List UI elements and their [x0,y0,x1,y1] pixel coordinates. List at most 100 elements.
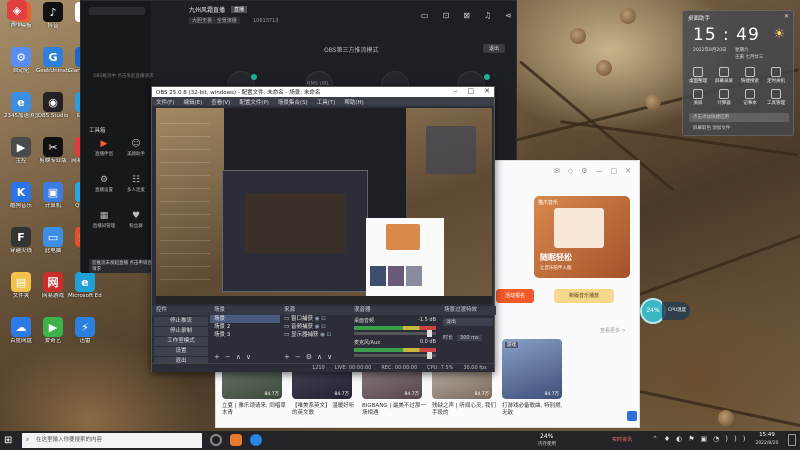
windows-start-icon[interactable]: ⊞ [4,435,12,446]
desktop-icon[interactable]: ☁ 百度网盘 [4,317,38,345]
control-button[interactable]: 停止录制 [154,327,208,336]
maximize-icon[interactable]: □ [468,87,475,95]
volume-slider[interactable] [354,330,436,337]
lock-icon[interactable]: ⊡ [443,11,450,20]
obs-taskbar-icon[interactable] [210,434,222,446]
playlist-card[interactable]: 游戏 84.7万 [502,339,562,399]
card-caption[interactable]: 打游戏必备歌曲, 特别燃, 无敌 [502,403,566,417]
card-caption[interactable]: 立夏 | 雅乐颂请来, 同唱草木青 [222,403,286,417]
duration-input[interactable]: 300 ms [457,334,482,341]
source-item[interactable]: ▭ 音频捕获 ◉ ⊡ [280,323,350,331]
source-item[interactable]: ▭ 窗口捕获 ◉ ⊡ [280,315,350,323]
desktop-icon[interactable]: e2345加速浏览器 [4,92,38,120]
toolbox-item[interactable]: ☷ 多人连麦 [121,175,151,193]
banner-card[interactable]: 猫爪音乐 随眠轻松 让音乐陪伴入眠 [534,196,630,278]
volume-slider[interactable] [354,352,436,359]
widget-tool[interactable]: 桌面整理 [687,67,709,84]
widget-search-input[interactable]: 点击添加快捷应用 [689,113,789,122]
sidebar-tabs[interactable] [89,7,145,15]
settings-icon[interactable]: ⚙ [581,167,587,175]
desktop-icon[interactable]: ▤ 文件夹 [4,272,38,300]
widget-tool[interactable]: 计算器 [713,89,735,106]
widget-tool[interactable]: 工具管理 [765,89,787,106]
minimize-icon[interactable]: – [454,87,458,95]
desktop-icon[interactable]: ⚡ 迅雷 [68,317,102,345]
desktop-icon[interactable]: ▶ 爱奇艺 [36,317,70,345]
toolbox-item[interactable]: ▦ 直播间管理 [89,211,119,229]
skin-icon[interactable]: ◇ [568,167,573,175]
desktop-icon[interactable]: ♪ 抖音 [36,2,70,30]
news-notice[interactable]: 实时资讯 [612,436,632,443]
menu-item[interactable]: 工具(T) [317,99,336,108]
scene-item[interactable]: 场景 2 [210,323,280,331]
toolbox-item[interactable]: ⚙ 直播设置 [89,175,119,193]
desktop-icon[interactable]: F 穿越火线 [4,227,38,255]
visibility-icon[interactable]: ◉ ⊡ [313,324,326,330]
close-icon[interactable]: ✕ [484,87,490,95]
desktop-clock-widget[interactable]: 桌面助手 ✕ 15 : 49 2022年8月20日 星期六 壬寅 七月廿三 ☀ … [682,10,794,136]
control-button[interactable]: 工作室模式 [154,337,208,346]
live-taskbar-icon[interactable] [230,434,242,446]
desktop-icon[interactable]: K 酷狗音乐 [4,182,38,210]
menu-item[interactable]: 文件(F) [156,99,174,108]
screen-icon[interactable]: ▭ [421,11,429,20]
card-caption[interactable]: 【唯美系英文】 温暖好听的英文歌 [292,403,356,417]
bell-icon[interactable]: ♫ [484,11,491,20]
desktop-icon[interactable]: GGeekUninstaller [36,47,70,75]
widget-tool[interactable]: 定时关机 [765,67,787,84]
scene-toolbar-icons[interactable]: +−∧∨ [214,353,280,361]
toolbox-item[interactable]: ♥ 粉丝群 [121,211,151,229]
share-icon[interactable]: ⋖ [505,11,512,20]
menu-item[interactable]: 编辑(E) [183,99,202,108]
menu-item[interactable]: 场景集合(S) [278,99,308,108]
taskbar-search-input[interactable]: 在这里输入你要搜索的内容 [22,433,202,448]
shirt-icon[interactable]: ⊠ [463,11,470,20]
control-button[interactable]: 停止推流 [154,317,208,326]
music-taskbar-icon[interactable] [250,434,262,446]
scene-item[interactable]: 场景 [210,315,280,323]
control-button[interactable]: 设置 [154,347,208,356]
desktop-icon[interactable]: ▣ 计算机 [36,182,70,210]
slider-handle[interactable] [427,330,432,337]
toolbox-item[interactable]: ▶ 直播伴侣 [89,139,119,157]
tray-icons[interactable]: ⌃♦◐⚑▣◔))) [652,435,751,443]
close-icon[interactable]: ✕ [625,167,631,175]
menu-item[interactable]: 帮助(H) [344,99,363,108]
desktop-icon[interactable]: 网网易游戏 [36,272,70,300]
more-link[interactable]: 查看更多 > [600,327,626,334]
card-caption[interactable]: BIGBANG | 最美不过那一场相遇 [362,403,426,417]
widget-tool[interactable]: 关屏 [687,89,709,106]
slider-handle[interactable] [427,352,432,359]
menu-item[interactable]: 查看(V) [211,99,230,108]
scroll-top-icon[interactable] [627,411,637,421]
desktop-icon[interactable]: ⚙ 自动化 [4,47,38,75]
visibility-icon[interactable]: ◉ ⊡ [318,332,331,338]
desktop-icon[interactable]: eMicrosoft Edge [68,272,102,300]
visibility-icon[interactable]: ◉ ⊡ [313,316,326,322]
desktop-icon[interactable]: ✂ 剪映专业版 [36,137,70,165]
exit-button[interactable]: 退出 [483,44,506,53]
source-toolbar-icons[interactable]: +−⚙∧∨ [284,353,350,361]
notification-icon[interactable] [788,434,796,446]
minimize-icon[interactable]: — [596,167,603,175]
mail-icon[interactable]: ✉ [554,167,560,175]
desktop-icon[interactable]: ▭ 此电脑 [36,227,70,255]
event-button[interactable]: 活动报名 [496,289,534,303]
toolbox-item[interactable]: ☺ 美颜助手 [121,139,151,157]
scene-item[interactable]: 场景 3 [210,331,280,339]
transition-select[interactable]: 淡出 [443,318,493,326]
obs-preview[interactable] [156,108,492,304]
card-caption[interactable]: 残缺之声 | 听闻心灵, 我们手段的 [432,403,496,417]
maximize-icon[interactable]: □ [611,167,618,175]
desktop-icon[interactable]: ◉ OBS Studio [36,92,70,120]
desktop-icon[interactable]: ▶ 主控 [4,137,38,165]
widget-tool[interactable]: 快捷搜索 [739,67,761,84]
source-item[interactable]: ▭ 显示器捕获 ◉ ⊡ [280,331,350,339]
desktop-icon[interactable]: ◈ 影音 [0,0,34,28]
menu-item[interactable]: 配置文件(P) [239,99,269,108]
new-version-button[interactable]: 新版音乐播放 [554,289,614,303]
widget-tool[interactable]: 屏幕录屏 [713,67,735,84]
widget-close-icon[interactable]: ✕ [784,13,789,20]
obs-window[interactable]: OBS 25.0.8 (32-bit, windows) - 配置文件: 未命名… [151,86,496,372]
widget-tool[interactable]: 记事本 [739,89,761,106]
